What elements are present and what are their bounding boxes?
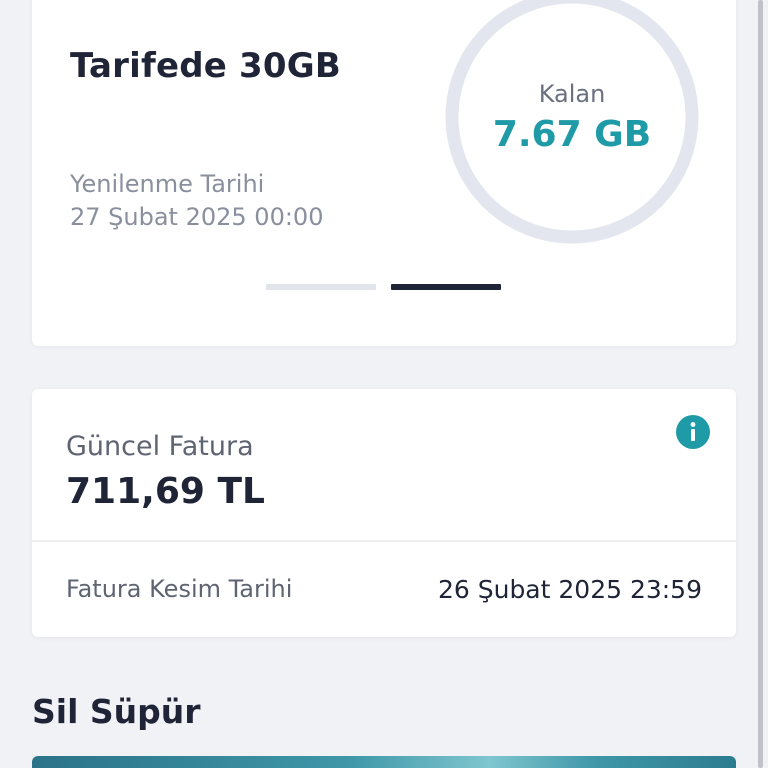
app-screen: Tarifede 30GB Yenilenme Tarihi 27 Şubat … [0, 0, 768, 768]
info-icon[interactable] [676, 415, 710, 449]
renewal-label: Yenilenme Tarihi [70, 170, 265, 198]
pager-dot-1[interactable] [266, 284, 376, 290]
scrollbar[interactable] [758, 0, 763, 768]
plan-title: Tarifede 30GB [70, 46, 341, 86]
section-title-sil-supur: Sil Süpür [32, 692, 201, 731]
current-bill-amount: 711,69 TL [66, 471, 265, 512]
current-bill-card[interactable]: Güncel Fatura 711,69 TL Fatura Kesim Tar… [32, 389, 736, 637]
renewal-date: 27 Şubat 2025 00:00 [70, 203, 324, 231]
current-bill-label: Güncel Fatura [66, 431, 254, 462]
remaining-value: 7.67 GB [492, 113, 652, 155]
pager-dot-2[interactable] [391, 284, 501, 290]
remaining-label: Kalan [538, 79, 606, 108]
divider [32, 540, 736, 542]
promo-banner[interactable] [32, 756, 736, 768]
donut-center: Kalan 7.67 GB [437, 0, 707, 252]
data-usage-card[interactable]: Tarifede 30GB Yenilenme Tarihi 27 Şubat … [32, 0, 736, 346]
bill-cutoff-date: 26 Şubat 2025 23:59 [437, 575, 702, 604]
bill-cutoff-label: Fatura Kesim Tarihi [66, 575, 293, 603]
